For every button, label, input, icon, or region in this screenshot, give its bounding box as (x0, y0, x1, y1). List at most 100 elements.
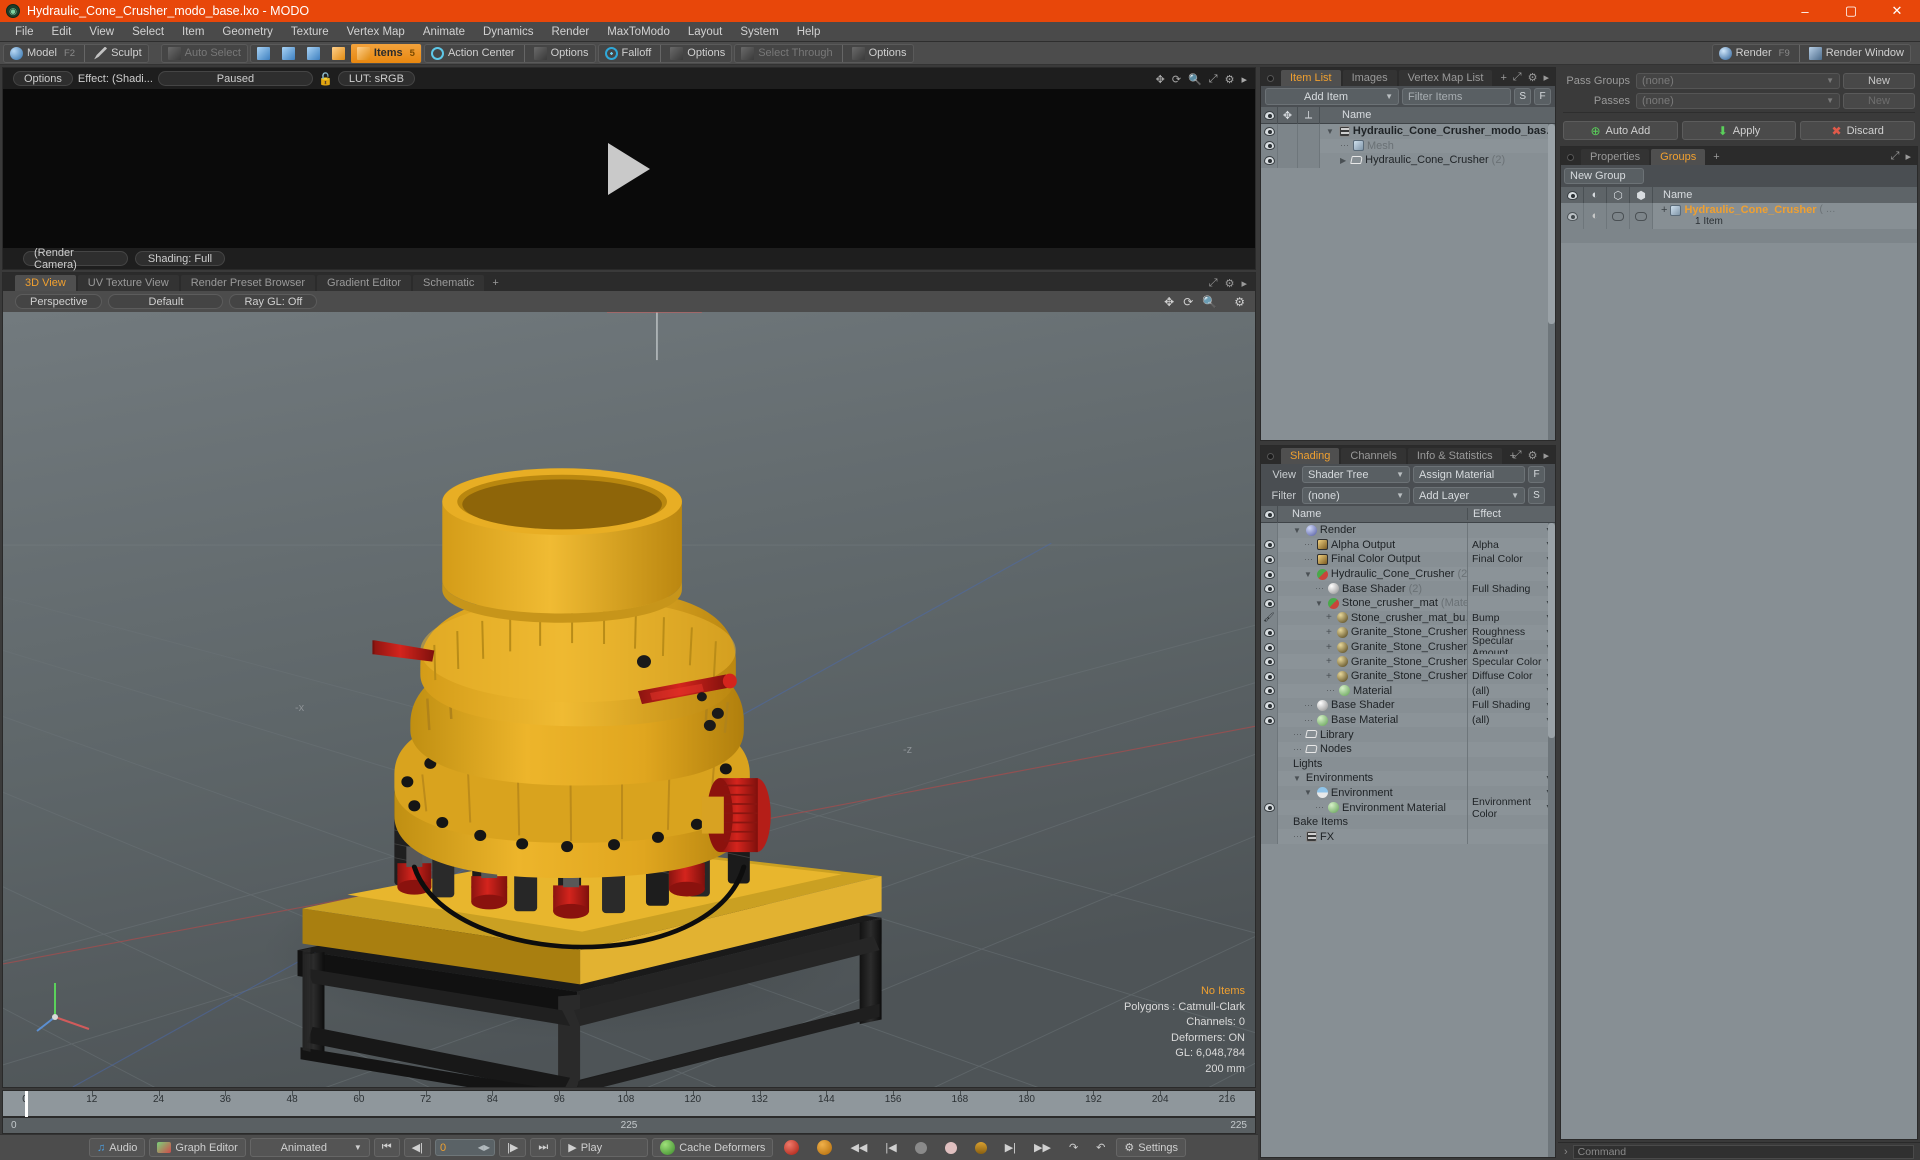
cache-deformers-button[interactable]: Cache Deformers (652, 1138, 774, 1157)
row-effect-cell[interactable]: ▼ (1467, 595, 1555, 611)
tab-schematic[interactable]: Schematic (413, 275, 485, 291)
go-to-end-button[interactable]: ⏭ (530, 1138, 557, 1157)
gear-icon[interactable]: ⚙ (1528, 71, 1538, 84)
key-add-button[interactable] (908, 1138, 934, 1157)
gear-icon[interactable]: ⚙ (1234, 295, 1245, 309)
timeline-range-bar[interactable]: 0 225 225 (2, 1117, 1256, 1134)
row-axis-cell[interactable] (1298, 124, 1320, 139)
table-row[interactable]: Bake Items (1261, 814, 1555, 830)
close-button[interactable]: ✕ (1874, 0, 1920, 22)
apply-button[interactable]: ⬇ Apply (1681, 121, 1797, 140)
key-curve2-button[interactable]: ↶ (1089, 1138, 1112, 1157)
select-through-button[interactable]: Select Through (735, 44, 838, 63)
shader-view-dropdown[interactable]: Shader Tree ▼ (1302, 466, 1410, 483)
expand-icon[interactable]: ⤢ (1209, 277, 1218, 290)
key-delete-button[interactable] (938, 1138, 964, 1157)
menu-view[interactable]: View (80, 22, 123, 42)
expand-icon[interactable]: ⤢ (1209, 73, 1218, 86)
row-visibility-toggle[interactable] (1261, 785, 1278, 801)
current-frame-input[interactable]: 0 ◀▶ (435, 1139, 495, 1156)
menu-select[interactable]: Select (123, 22, 173, 42)
polygon-mode-button[interactable] (301, 44, 326, 63)
tab-images[interactable]: Images (1342, 70, 1397, 86)
shading-f-button[interactable]: F (1528, 466, 1545, 483)
render-effect-label[interactable]: Effect: (Shadi... (78, 73, 153, 85)
stepper-icon[interactable]: ◀▶ (478, 1143, 490, 1152)
row-visibility-toggle[interactable] (1561, 203, 1584, 229)
table-row[interactable]: + Granite_Stone_Crusher…Specular Color▼ (1261, 654, 1555, 669)
gear-icon[interactable]: ⚙ (1225, 73, 1235, 86)
row-effect-cell[interactable]: Diffuse Color▼ (1467, 668, 1555, 684)
row-effect-cell[interactable]: (all)▼ (1467, 683, 1555, 699)
row-effect-cell[interactable] (1467, 814, 1555, 830)
sculpt-mode-button[interactable]: Sculpt (88, 44, 148, 63)
row-wire-toggle[interactable] (1630, 203, 1653, 229)
shading-s-button[interactable]: S (1528, 487, 1545, 504)
chevron-right-icon[interactable]: ▸ (1241, 73, 1247, 86)
passes-new-button[interactable]: New (1843, 92, 1915, 109)
row-effect-cell[interactable]: (all)▼ (1467, 712, 1555, 728)
menu-texture[interactable]: Texture (282, 22, 338, 42)
row-lock-cell[interactable] (1278, 124, 1298, 139)
key-prev-button[interactable]: ◀◀ (843, 1138, 874, 1157)
minimize-button[interactable]: – (1782, 0, 1828, 22)
row-effect-cell[interactable]: Environment Color▼ (1467, 796, 1555, 820)
render-canvas[interactable] (3, 89, 1255, 248)
row-lock-cell[interactable] (1278, 153, 1298, 168)
falloff-options-button[interactable]: Options (664, 44, 731, 63)
gear-icon[interactable]: ⚙ (1528, 449, 1538, 462)
table-row[interactable]: Lights (1261, 756, 1555, 772)
row-visibility-toggle[interactable] (1261, 771, 1278, 786)
action-center-button[interactable]: Action Center (425, 44, 521, 63)
tab-render-preset-browser[interactable]: Render Preset Browser (180, 275, 316, 291)
twisty-open-icon[interactable]: ▼ (1293, 774, 1301, 783)
row-effect-cell[interactable]: ▼ (1467, 771, 1555, 786)
row-effect-cell[interactable]: ▼ (1467, 523, 1555, 538)
table-row[interactable]: ⋯ Base Material (all)▼ (1261, 712, 1555, 728)
table-row[interactable]: ⋯ Base Shader (2) Full Shading▼ (1261, 581, 1555, 596)
tab-gradient-editor[interactable]: Gradient Editor (317, 275, 411, 291)
render-window-button[interactable]: Render Window (1803, 44, 1910, 63)
row-effect-cell[interactable] (1467, 756, 1555, 772)
viewport-3d[interactable]: -x -z No Items Polygons : Catmull-Clark … (3, 312, 1255, 1087)
chevron-right-icon[interactable]: ▸ (1241, 277, 1247, 290)
item-list-s-button[interactable]: S (1514, 88, 1532, 105)
assign-material-button[interactable]: Assign Material (1413, 466, 1525, 483)
row-visibility-toggle[interactable] (1261, 566, 1278, 582)
shading-mode-button[interactable]: Shading: Full (135, 251, 225, 266)
table-row[interactable]: ▶ Hydraulic_Cone_Crusher (2) (1261, 153, 1555, 168)
table-row[interactable]: ▼Stone_crusher_mat (Mate…▼ (1261, 595, 1555, 611)
key-last-button[interactable]: ▶▶ (1027, 1138, 1058, 1157)
rotate-icon[interactable]: ⟳ (1183, 295, 1193, 309)
shader-filter-dropdown[interactable]: (none) ▼ (1302, 487, 1410, 504)
row-visibility-toggle[interactable] (1261, 625, 1278, 640)
row-effect-cell[interactable] (1467, 829, 1555, 845)
chevron-right-icon[interactable]: ▸ (1905, 150, 1911, 163)
auto-add-button[interactable]: ⊕ Auto Add (1563, 121, 1678, 140)
table-row[interactable]: ⋯ FX (1261, 829, 1555, 845)
record-red-button[interactable] (777, 1138, 806, 1157)
settings-button[interactable]: ⚙ Settings (1116, 1138, 1186, 1157)
row-visibility-toggle[interactable] (1261, 581, 1278, 596)
move-icon[interactable]: ✥ (1156, 73, 1165, 86)
graph-editor-button[interactable]: Graph Editor (149, 1138, 246, 1157)
key-curve-button[interactable]: ↷ (1062, 1138, 1085, 1157)
ray-gl-button[interactable]: Ray GL: Off (229, 294, 318, 309)
expand-plus-icon[interactable]: + (1326, 627, 1332, 638)
table-row[interactable]: ⋯ Final Color Output Final Color▼ (1261, 552, 1555, 567)
row-effect-cell[interactable]: Final Color▼ (1467, 552, 1555, 567)
table-row[interactable]: ⋯ Mesh (1261, 138, 1555, 154)
passes-dropdown[interactable]: (none) ▼ (1636, 92, 1840, 109)
twisty-open-icon[interactable]: ▼ (1304, 570, 1312, 579)
table-row[interactable]: ⋯ Library (1261, 727, 1555, 742)
tab-properties[interactable]: Properties (1581, 149, 1650, 165)
row-visibility-toggle[interactable] (1261, 639, 1278, 655)
expand-plus-icon[interactable]: + (1326, 671, 1332, 682)
row-visibility-toggle[interactable] (1261, 727, 1278, 742)
new-group-button[interactable]: New Group (1564, 168, 1644, 184)
table-row[interactable]: ⋯ Nodes (1261, 741, 1555, 757)
row-visibility-toggle[interactable] (1261, 683, 1278, 699)
row-visibility-toggle[interactable] (1261, 595, 1278, 611)
menu-file[interactable]: File (6, 22, 43, 42)
item-list-body[interactable]: ▼ Hydraulic_Cone_Crusher_modo_bas… ⋯ Mesh ▶ H… (1261, 124, 1555, 440)
